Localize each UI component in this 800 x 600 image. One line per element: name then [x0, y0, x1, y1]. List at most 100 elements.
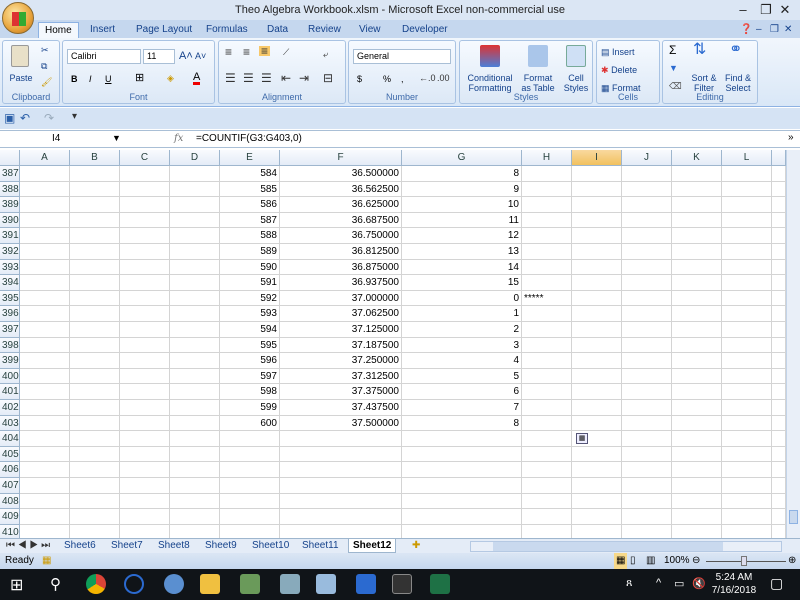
number-format-select[interactable]: General: [353, 49, 451, 64]
cell-C404[interactable]: [120, 431, 170, 447]
cell-C401[interactable]: [120, 384, 170, 400]
cell-D407[interactable]: [170, 478, 220, 494]
cell-G409[interactable]: [402, 509, 522, 525]
cell-J404[interactable]: [622, 431, 672, 447]
cell-filler[interactable]: [772, 166, 786, 182]
cell-K393[interactable]: [672, 259, 722, 276]
cell-F396[interactable]: 37.062500: [280, 306, 402, 322]
cell-B404[interactable]: [70, 431, 120, 447]
normal-view-icon[interactable]: ▦: [614, 553, 628, 569]
cell-L409[interactable]: [722, 509, 772, 525]
column-header-L[interactable]: L: [722, 150, 772, 166]
cell-F387[interactable]: 36.500000: [280, 166, 402, 182]
cell-G392[interactable]: 13: [402, 244, 522, 260]
font-size-select[interactable]: 11: [143, 49, 175, 64]
cell-B390[interactable]: [70, 212, 120, 229]
cell-L390[interactable]: [722, 212, 772, 229]
cell-B398[interactable]: [70, 337, 120, 354]
sheet-tab-sheet7[interactable]: Sheet7: [107, 539, 147, 553]
cell-I400[interactable]: [572, 368, 622, 385]
command-prompt-icon[interactable]: [392, 574, 412, 594]
cell-D392[interactable]: [170, 244, 220, 260]
cell-G403[interactable]: 8: [402, 415, 522, 432]
tab-review[interactable]: Review: [302, 22, 347, 38]
row-header[interactable]: 395: [0, 290, 20, 307]
cell-D405[interactable]: [170, 446, 220, 463]
cell-K406[interactable]: [672, 462, 722, 478]
cell-L394[interactable]: [722, 275, 772, 291]
cell-B405[interactable]: [70, 446, 120, 463]
cell-L392[interactable]: [722, 244, 772, 260]
row-header[interactable]: 402: [0, 400, 20, 416]
cell-filler[interactable]: [772, 259, 786, 276]
cell-filler[interactable]: [772, 197, 786, 213]
cell-E407[interactable]: [220, 478, 280, 494]
cell-J397[interactable]: [622, 322, 672, 338]
cell-A407[interactable]: [20, 478, 70, 494]
cell-H392[interactable]: [522, 244, 572, 260]
cell-J390[interactable]: [622, 212, 672, 229]
column-header-E[interactable]: E: [220, 150, 280, 166]
cell-I393[interactable]: [572, 259, 622, 276]
cell-A397[interactable]: [20, 322, 70, 338]
cell-C406[interactable]: [120, 462, 170, 478]
cell-I387[interactable]: [572, 166, 622, 182]
bold-button[interactable]: B: [71, 74, 78, 84]
cell-I399[interactable]: [572, 353, 622, 369]
cell-B393[interactable]: [70, 259, 120, 276]
insert-function-button[interactable]: fx: [174, 131, 183, 147]
paste-options-icon[interactable]: ▦: [576, 433, 588, 445]
cell-K394[interactable]: [672, 275, 722, 291]
cell-filler[interactable]: [772, 509, 786, 525]
cell-H394[interactable]: [522, 275, 572, 291]
cell-C392[interactable]: [120, 244, 170, 260]
cell-I390[interactable]: [572, 212, 622, 229]
cell-filler[interactable]: [772, 275, 786, 291]
cell-G387[interactable]: 8: [402, 166, 522, 182]
wrap-text-icon[interactable]: ⤶: [323, 49, 328, 59]
notifications-icon[interactable]: ▢: [770, 575, 783, 592]
cell-D401[interactable]: [170, 384, 220, 400]
cell-B395[interactable]: [70, 290, 120, 307]
worksheet-grid[interactable]: A B C D E F G H I J K L 387 584 36.500000 8 388 585 36.562…: [0, 150, 786, 538]
cell-F401[interactable]: 37.375000: [280, 384, 402, 400]
copy-icon[interactable]: ⧉: [41, 61, 47, 71]
cell-A390[interactable]: [20, 212, 70, 229]
cell-J395[interactable]: [622, 290, 672, 307]
cell-I388[interactable]: [572, 181, 622, 198]
cell-K408[interactable]: [672, 493, 722, 510]
cell-C403[interactable]: [120, 415, 170, 432]
column-header-I[interactable]: I: [572, 150, 622, 166]
sheet-tab-sheet12[interactable]: Sheet12: [348, 539, 397, 553]
row-header[interactable]: 409: [0, 509, 20, 525]
cell-G401[interactable]: 6: [402, 384, 522, 400]
cell-G397[interactable]: 2: [402, 322, 522, 338]
cell-A409[interactable]: [20, 509, 70, 525]
cell-C387[interactable]: [120, 166, 170, 182]
cell-B389[interactable]: [70, 197, 120, 213]
cell-K389[interactable]: [672, 197, 722, 213]
cell-K388[interactable]: [672, 181, 722, 198]
cell-A402[interactable]: [20, 400, 70, 416]
conditional-formatting-button[interactable]: Conditional Formatting: [462, 73, 518, 93]
cell-F400[interactable]: 37.312500: [280, 368, 402, 385]
cell-D390[interactable]: [170, 212, 220, 229]
row-header[interactable]: 393: [0, 259, 20, 276]
cell-A404[interactable]: [20, 431, 70, 447]
cell-J392[interactable]: [622, 244, 672, 260]
cell-filler[interactable]: [772, 368, 786, 385]
row-header[interactable]: 388: [0, 181, 20, 198]
cell-E406[interactable]: [220, 462, 280, 478]
cell-G395[interactable]: 0: [402, 290, 522, 307]
cell-A396[interactable]: [20, 306, 70, 322]
cell-J402[interactable]: [622, 400, 672, 416]
cell-A393[interactable]: [20, 259, 70, 276]
cell-C390[interactable]: [120, 212, 170, 229]
cell-A388[interactable]: [20, 181, 70, 198]
cell-F406[interactable]: [280, 462, 402, 478]
cell-C389[interactable]: [120, 197, 170, 213]
cell-L400[interactable]: [722, 368, 772, 385]
cell-F404[interactable]: [280, 431, 402, 447]
cell-F405[interactable]: [280, 446, 402, 463]
horizontal-scrollbar[interactable]: [470, 541, 782, 552]
